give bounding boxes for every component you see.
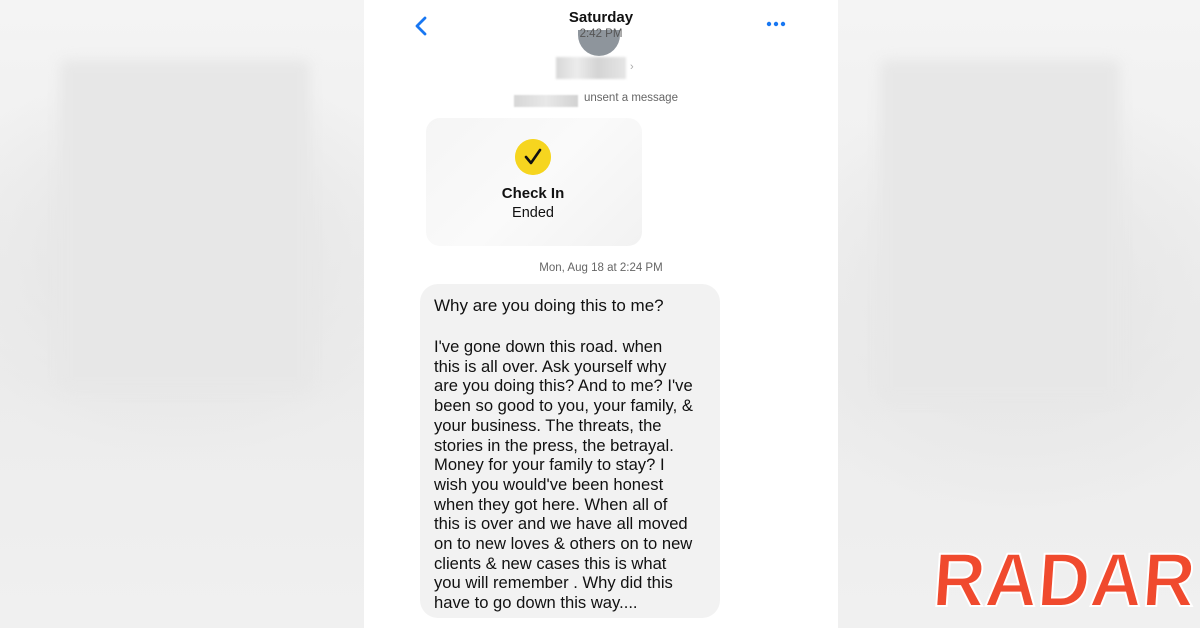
check-in-card[interactable] [426,118,642,246]
radar-logo-text: RADAR [930,540,1196,616]
message-first-line: Why are you doing this to me? [434,296,664,315]
checkmark-icon [515,139,551,175]
more-options-icon[interactable] [765,18,787,30]
background-blur-left [60,60,310,390]
messenger-screen: Saturday 2:42 PM › unsent a message Chec… [364,0,838,628]
check-in-title: Check In [501,185,565,202]
redacted-sender-name [514,95,578,107]
check-in-status: Ended [512,205,554,221]
conversation-header: Saturday 2:42 PM [364,0,838,56]
radar-logo-watermark: RADAR [930,540,1196,616]
message-body: I've gone down this road. when this is a… [434,337,693,613]
message-timestamp: Mon, Aug 18 at 2:24 PM [539,262,663,274]
unsent-notice-text: unsent a message [584,92,678,104]
background-blur-right [880,60,1120,400]
chevron-right-icon: › [630,61,634,73]
redacted-contact-name[interactable] [556,57,626,79]
